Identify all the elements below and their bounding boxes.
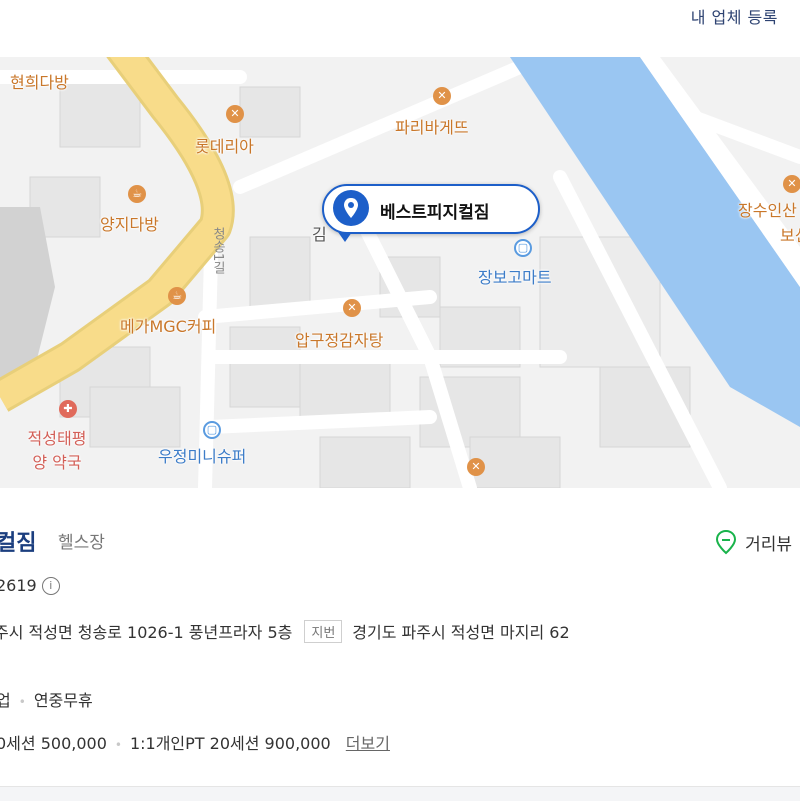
phone-number[interactable]: 2619 i [0,576,60,595]
price-item: 1:1개인PT 20세션 900,000 [129,734,331,753]
poi-label[interactable]: 압구정감자탕 [295,327,383,351]
mart-icon[interactable]: ▢ [514,239,532,257]
business-hours: 업 • 연중무휴 [0,687,93,711]
poi-label[interactable]: 현희다방 [10,69,69,93]
jibun-address: 경기도 파주시 적성면 마지리 62 [352,623,570,642]
selected-place-marker[interactable]: 베스트피지컬짐 [322,184,540,234]
price-item: 0세션 500,000 [0,734,107,753]
cafe-icon[interactable]: ☕ [128,185,146,203]
more-link[interactable]: 더보기 [346,734,390,753]
pharmacy-icon[interactable]: ✚ [59,400,77,418]
price-list: 0세션 500,000 • 1:1개인PT 20세션 900,000 더보기 [0,730,390,754]
separator-dot: • [114,738,122,752]
register-business-link[interactable]: 내 업체 등록 [691,4,778,28]
poi-label[interactable]: 우정미니슈퍼 [158,443,246,467]
poi-label[interactable]: 메가MGC커피 [120,313,216,337]
location-pin-icon [333,190,369,226]
panel-divider [0,786,800,801]
hours-status: 업 [0,691,11,710]
marker-tail [338,232,352,242]
street-view-label: 거리뷰 [745,534,792,555]
mart-icon[interactable]: ▢ [203,421,221,439]
jibun-badge: 지번 [304,619,343,643]
street-view-icon [716,529,737,555]
top-bar: 내 업체 등록 [0,0,800,58]
phone-text: 2619 [0,576,37,595]
poi-label[interactable]: 파리바게뜨 [395,114,469,138]
hours-note: 연중무휴 [33,691,93,710]
address-row: 주시 적성면 청송로 1026-1 풍년프라자 5층 지번 경기도 파주시 적성… [0,619,570,643]
place-partial-label: 김 [312,225,327,244]
poi-label[interactable]: 장보고마트 [478,264,552,288]
restaurant-icon[interactable]: ✕ [467,458,485,476]
street-view-button[interactable]: 거리뷰 [715,529,792,555]
poi-label[interactable]: 적성태평양 약국 [22,427,92,475]
restaurant-icon[interactable]: ✕ [783,175,800,193]
poi-label[interactable]: 롯데리아 [195,133,254,157]
restaurant-icon[interactable]: ✕ [433,87,451,105]
cafe-icon[interactable]: ☕ [168,287,186,305]
road-name-label: 청송1길 [210,227,225,275]
poi-label[interactable]: 보신 [780,222,800,246]
restaurant-icon[interactable]: ✕ [226,105,244,123]
separator-dot: • [18,695,26,709]
place-category: 헬스장 [58,533,105,553]
poi-label[interactable]: 양지다방 [100,211,159,235]
poi-label[interactable]: 장수인산 [738,197,797,221]
place-name[interactable]: 컬짐 [0,525,36,557]
road-address: 주시 적성면 청송로 1026-1 풍년프라자 5층 [0,623,293,642]
map-view[interactable]: 현희다방 ✕ 롯데리아 ✕ 파리바게뜨 ☕ 양지다방 ▢ 장보고마트 ☕ 메가M… [0,57,800,488]
selected-place-label: 베스트피지컬짐 [380,203,490,223]
restaurant-icon[interactable]: ✕ [343,299,361,317]
info-icon[interactable]: i [41,576,60,595]
